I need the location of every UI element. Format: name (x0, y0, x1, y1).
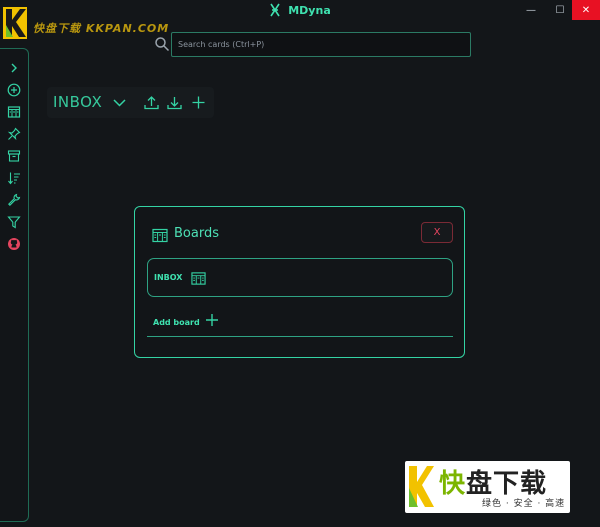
sort-button[interactable] (6, 170, 22, 186)
import-button[interactable] (166, 94, 183, 111)
expand-sidebar-button[interactable] (6, 60, 22, 76)
watermark-top-text: 快盘下载 KKPAN.COM (33, 22, 170, 35)
add-board-button[interactable]: Add board (147, 312, 453, 337)
chevron-right-icon (11, 63, 17, 73)
board-icon (152, 228, 168, 243)
add-circle-icon (7, 83, 21, 97)
close-window-button[interactable]: ✕ (572, 0, 600, 20)
upload-icon (144, 96, 159, 110)
app-title-text: MDyna (288, 3, 331, 17)
boards-modal: Boards X INBOX Add board (134, 206, 465, 358)
chevron-down-icon (113, 99, 126, 107)
close-modal-button[interactable]: X (421, 222, 453, 243)
settings-button[interactable] (6, 192, 22, 208)
watermark-bottom-subtitle: 绿色 · 安全 · 高速 (482, 499, 566, 509)
board-icon (191, 272, 206, 285)
watermark-bottom-title: 快盘下载 (439, 463, 547, 500)
plus-icon (206, 314, 218, 326)
download-icon (167, 97, 182, 110)
board-list-item[interactable]: INBOX (147, 258, 453, 297)
github-link[interactable] (6, 236, 22, 252)
filter-icon (7, 216, 21, 229)
board-icon (7, 106, 21, 118)
add-card-button[interactable] (6, 82, 22, 98)
export-button[interactable] (143, 94, 160, 111)
archive-button[interactable] (6, 148, 22, 164)
maximize-button[interactable]: ☐ (546, 0, 574, 20)
wrench-icon (8, 193, 21, 206)
board-list-item-label: INBOX (154, 273, 183, 282)
watermark-title-rest: 盘下载 (466, 469, 548, 499)
add-button[interactable] (190, 94, 207, 111)
pin-icon (7, 127, 21, 141)
minimize-button[interactable]: — (517, 0, 545, 20)
filter-button[interactable] (6, 214, 22, 230)
modal-title: Boards (174, 226, 219, 241)
plus-icon (192, 96, 205, 109)
watermark-logo-icon (3, 7, 27, 39)
board-title: INBOX (53, 93, 103, 111)
boards-button[interactable] (6, 104, 22, 120)
archive-icon (7, 150, 21, 162)
search-icon (155, 37, 170, 52)
watermark-title-accent: 快 (439, 469, 467, 499)
watermark-bottom: 快盘下载 绿色 · 安全 · 高速 (405, 461, 570, 513)
add-board-label: Add board (153, 318, 200, 327)
sort-icon (8, 172, 20, 185)
watermark-logo-icon (409, 466, 434, 507)
app-logo-icon (270, 3, 280, 17)
board-dropdown-button[interactable] (111, 94, 128, 111)
pinned-button[interactable] (6, 126, 22, 142)
sidebar (0, 48, 29, 522)
search-input[interactable] (171, 32, 471, 57)
github-icon (8, 238, 20, 250)
board-header: INBOX (47, 87, 214, 118)
